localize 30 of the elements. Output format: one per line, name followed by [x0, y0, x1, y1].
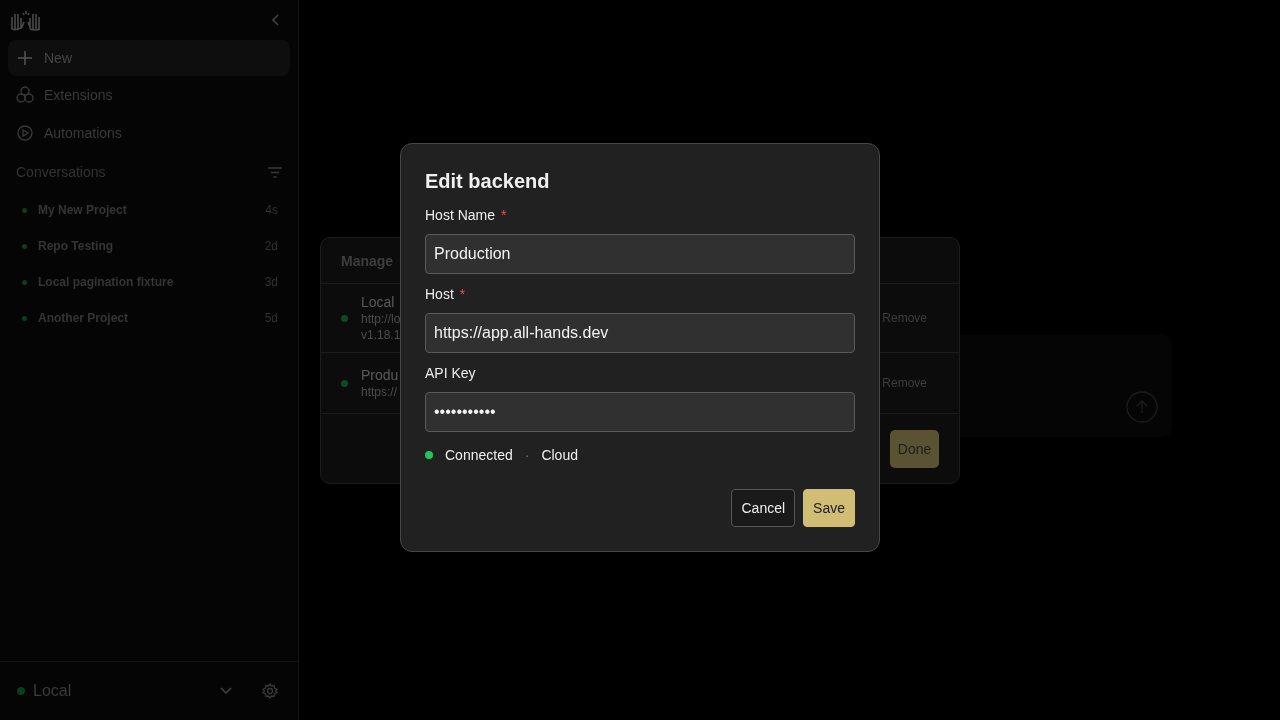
input-field[interactable]: ••••••••••• [425, 392, 855, 432]
status-dot [341, 314, 348, 322]
cubes-icon [16, 86, 34, 104]
chevron-left-icon[interactable] [271, 14, 281, 26]
field-label: Host Name [425, 207, 496, 223]
separator-dot: · [524, 447, 530, 463]
input-field[interactable]: Production [425, 234, 855, 274]
settings-icon[interactable] [262, 683, 278, 699]
chevron-down-icon[interactable] [220, 687, 232, 695]
required-asterisk: * [459, 286, 466, 302]
done-button[interactable]: Done [890, 429, 939, 468]
status-dot [341, 379, 348, 387]
save-button[interactable]: Save [803, 489, 855, 527]
backend-detail: http://lo [361, 312, 401, 326]
backend-name: Produ [361, 367, 399, 383]
backend-type: Cloud [541, 447, 578, 463]
field-label: Host [425, 286, 454, 302]
cancel-button[interactable]: Cancel [731, 489, 796, 527]
filter-icon[interactable] [268, 166, 282, 178]
backend-name: Local [361, 294, 395, 310]
dialog-title: Edit backend [425, 170, 551, 193]
arrow-up-icon[interactable] [1126, 391, 1158, 423]
field-label: API Key [425, 365, 476, 381]
backend-detail: v1.18.1 [361, 328, 401, 342]
plus-icon [18, 51, 32, 65]
raised-hands-icon [9, 9, 43, 31]
backend-detail: https:// [361, 385, 398, 399]
input-field[interactable]: https://app.all-hands.dev [425, 313, 855, 353]
status-label: Connected [445, 447, 513, 463]
required-asterisk: * [501, 207, 507, 223]
